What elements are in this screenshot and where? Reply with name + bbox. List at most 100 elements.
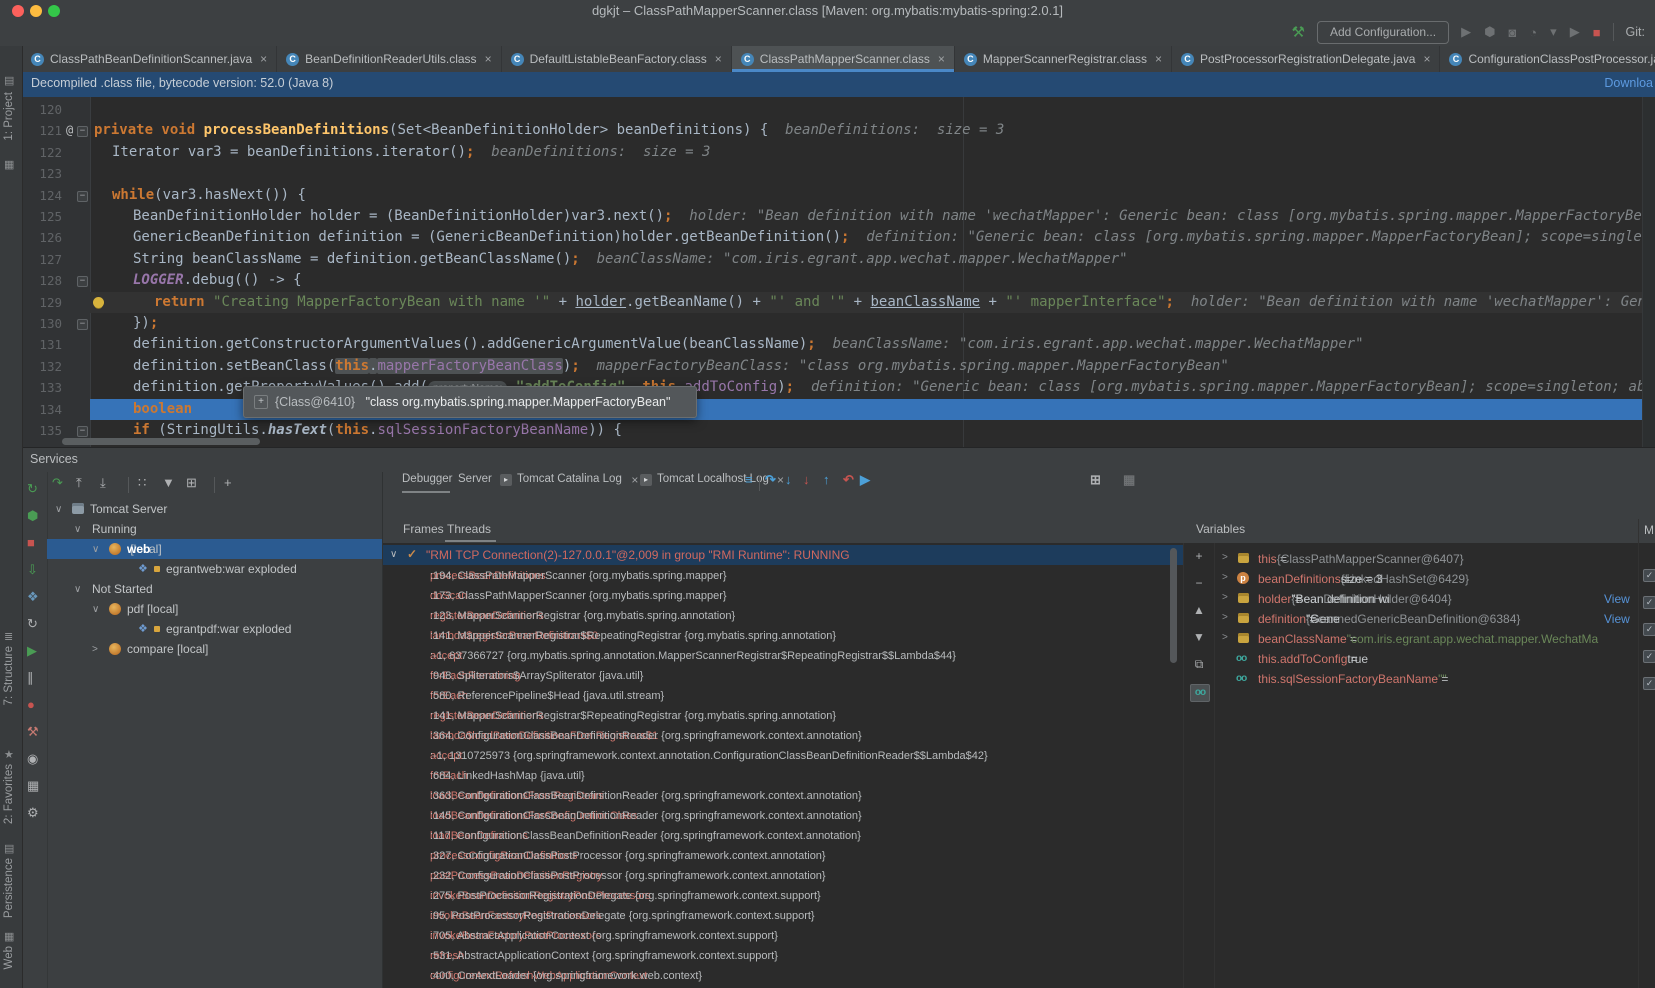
view-value-link[interactable]: View	[1600, 612, 1630, 626]
memory-checkbox[interactable]: ✓	[1643, 677, 1655, 690]
chevron-down-icon[interactable]: ∨	[92, 544, 99, 555]
tree-item[interactable]: pdf [local]	[127, 602, 178, 616]
pause-icon[interactable]: ∥	[27, 670, 34, 686]
memory-panel-label[interactable]: M	[1644, 523, 1654, 537]
tool-window-icon[interactable]: ▦	[4, 930, 14, 943]
chevron-right-icon[interactable]: >	[1222, 552, 1228, 563]
line-number[interactable]: 128	[28, 270, 62, 291]
add-watch-icon[interactable]: +	[1190, 549, 1208, 563]
line-number[interactable]: 122	[28, 142, 62, 163]
tree-item[interactable]: egrantpdf:war exploded	[166, 622, 291, 636]
variable-row[interactable]: beanDefinitions = {LinkedHashSet@6429} s…	[1258, 572, 1341, 586]
code-line[interactable]: 129return "Creating MapperFactoryBean wi…	[22, 292, 1655, 313]
tree-item[interactable]: compare [local]	[127, 642, 208, 656]
line-number[interactable]: 124	[28, 185, 62, 206]
tab-tomcat-catalina-log[interactable]: Tomcat Catalina Log	[517, 473, 622, 485]
stop-server-icon[interactable]: ■	[27, 535, 35, 550]
code-line[interactable]: 125BeanDefinitionHolder holder = (BeanDe…	[22, 206, 1655, 227]
chevron-right-icon[interactable]: >	[92, 644, 98, 655]
run-icon[interactable]: ▶	[1461, 24, 1471, 40]
close-tab-icon[interactable]: ×	[260, 52, 267, 66]
tree-item[interactable]: Not Started	[92, 582, 153, 596]
tool-window-icon[interactable]: ▤	[4, 842, 14, 855]
chevron-down-icon[interactable]: ∨	[74, 524, 81, 535]
layout-icon[interactable]: ≡	[745, 472, 753, 487]
drop-frame-icon[interactable]: ↶	[843, 472, 854, 488]
horizontal-scrollbar[interactable]	[62, 438, 260, 445]
dashboard-icon[interactable]: ▦	[27, 778, 39, 794]
code-line[interactable]: 120	[22, 99, 1655, 120]
chevron-down-icon[interactable]: ∨	[55, 504, 62, 515]
variable-row[interactable]: this.sqlSessionFactoryBeanName = ""	[1258, 672, 1438, 686]
close-tab-icon[interactable]: ×	[938, 52, 945, 66]
editor-tab[interactable]: CBeanDefinitionReaderUtils.class×	[277, 46, 501, 72]
profiler-icon[interactable]: ◔	[1529, 25, 1537, 40]
memory-checkbox[interactable]: ✓	[1643, 569, 1655, 582]
project-tool-window-icon[interactable]: ▤	[4, 74, 14, 87]
hotswap-icon[interactable]: ⚒	[27, 724, 39, 740]
move-watch-up-icon[interactable]: ▲	[1190, 603, 1208, 617]
error-stripe[interactable]	[1642, 97, 1655, 447]
evaluate-expression-icon[interactable]: ⊞	[1090, 472, 1101, 488]
chevron-right-icon[interactable]: >	[1222, 592, 1228, 603]
frames-list[interactable]: processBeanDefinitions:194, ClassPathMap…	[383, 543, 1183, 988]
code-line[interactable]: 128−LOGGER.debug(() -> {	[22, 270, 1655, 291]
deploy-icon[interactable]: ⇩	[27, 562, 38, 578]
run-to-cursor-icon[interactable]: ▶	[860, 472, 870, 488]
editor-tab[interactable]: CClassPathMapperScanner.class×	[732, 46, 955, 72]
line-number[interactable]: 135	[28, 420, 62, 441]
chevron-down-icon[interactable]: ∨	[92, 604, 99, 615]
chevron-down-icon[interactable]: ∨	[74, 584, 81, 595]
tab-server[interactable]: Server	[458, 473, 492, 485]
line-number[interactable]: 130	[28, 313, 62, 334]
line-number[interactable]: 133	[28, 377, 62, 398]
line-number[interactable]: 120	[28, 99, 62, 120]
editor-tab[interactable]: CClassPathBeanDefinitionScanner.java×	[22, 46, 277, 72]
line-number[interactable]: 121	[28, 120, 62, 141]
code-line[interactable]: 132definition.setBeanClass(this.mapperFa…	[22, 356, 1655, 377]
variable-row[interactable]: this.addToConfig = true	[1258, 652, 1347, 666]
close-tab-icon[interactable]: ×	[1423, 52, 1430, 66]
debug-server-icon[interactable]: ⬢	[27, 508, 38, 524]
restore-layout-icon[interactable]: ▦	[1123, 472, 1135, 488]
show-watches-icon[interactable]: oo	[1190, 684, 1210, 702]
profiler-caret-icon[interactable]: ▾	[1550, 24, 1557, 40]
code-line[interactable]: 127String beanClassName = definition.get…	[22, 249, 1655, 270]
close-tab-icon[interactable]: ×	[631, 473, 638, 487]
code-line[interactable]: 135−if (StringUtils.hasText(this.sqlSess…	[22, 420, 1655, 441]
force-step-into-icon[interactable]: ↓	[803, 472, 810, 487]
line-number[interactable]: 125	[28, 206, 62, 227]
debug-icon[interactable]: ⬢	[1484, 24, 1495, 40]
editor-tab[interactable]: CPostProcessorRegistrationDelegate.java×	[1172, 46, 1440, 72]
tab-frames[interactable]: Frames	[403, 522, 444, 536]
rerun-icon[interactable]: ▶	[1570, 24, 1580, 40]
variables-panel[interactable]	[1183, 543, 1655, 988]
stop-icon[interactable]: ■	[1593, 25, 1601, 40]
tree-item[interactable]: web [local]	[127, 542, 162, 556]
add-service-icon[interactable]: ⊞	[186, 475, 197, 491]
code-line[interactable]: 131definition.getConstructorArgumentValu…	[22, 334, 1655, 355]
resume-icon[interactable]: ▶	[27, 643, 37, 659]
tool-window-icon[interactable]: ≣	[4, 630, 13, 643]
code-line[interactable]: 123	[22, 163, 1655, 184]
memory-checkbox[interactable]: ✓	[1643, 650, 1655, 663]
move-watch-down-icon[interactable]: ▼	[1190, 630, 1208, 644]
filter-icon[interactable]: ▼	[162, 475, 175, 490]
build-project-icon[interactable]: ⚒	[1292, 23, 1305, 41]
mute-breakpoints-icon[interactable]: ●	[27, 697, 35, 712]
rerun-icon[interactable]: ↷	[52, 475, 63, 491]
refresh-icon[interactable]: ↻	[27, 616, 38, 632]
code-line[interactable]: 121@−private void processBeanDefinitions…	[22, 120, 1655, 141]
close-tab-icon[interactable]: ×	[485, 52, 492, 66]
expand-all-icon[interactable]: ⤒	[76, 475, 82, 491]
sidebar-item-persistence[interactable]: Persistence	[3, 858, 15, 918]
tab-debugger[interactable]: Debugger	[402, 473, 453, 485]
line-number[interactable]: 131	[28, 334, 62, 355]
line-number[interactable]: 134	[28, 399, 62, 420]
view-value-link[interactable]: View	[1600, 592, 1630, 606]
tool-window-icon[interactable]: ★	[4, 748, 14, 761]
sidebar-item-web[interactable]: Web	[3, 946, 15, 969]
tree-item[interactable]: egrantweb:war exploded	[166, 562, 297, 576]
variable-row[interactable]: holder = {BeanDefinitionHolder@6404} "Be…	[1258, 592, 1291, 606]
editor-tab[interactable]: CConfigurationClassPostProcessor.java×	[1440, 46, 1655, 72]
